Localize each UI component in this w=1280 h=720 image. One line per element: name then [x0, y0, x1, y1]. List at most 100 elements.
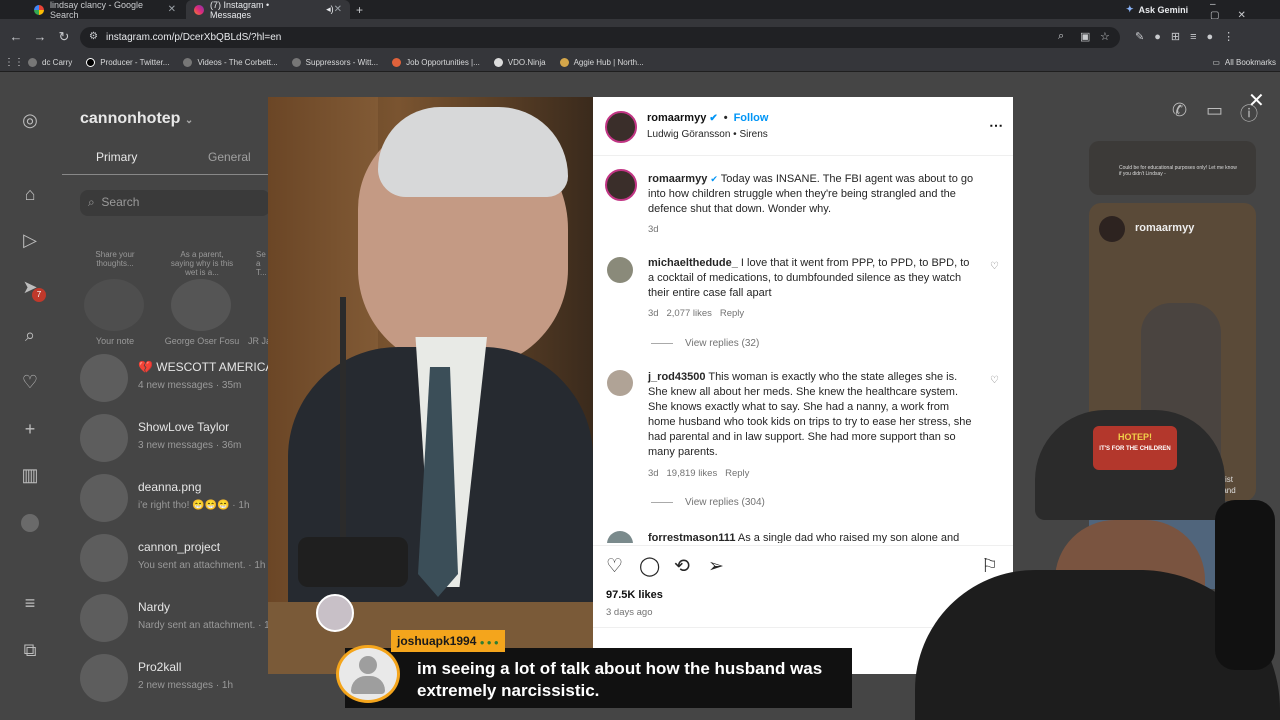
repost-icon[interactable]: ⟲: [674, 555, 690, 578]
likes-count[interactable]: 97.5K likes: [606, 589, 663, 601]
view-replies-button[interactable]: View replies (304): [651, 497, 765, 508]
heart-icon[interactable]: ♡: [20, 372, 40, 392]
comment-like-icon[interactable]: ♡: [990, 261, 999, 272]
close-icon[interactable]: ✕: [1248, 88, 1265, 113]
avatar-shoulders: [351, 676, 385, 694]
thread-avatar: [80, 474, 128, 522]
author-username[interactable]: romaarmyy: [647, 112, 706, 124]
reels-icon[interactable]: ▷: [20, 230, 40, 250]
post-image[interactable]: [268, 97, 593, 674]
thread-avatar: [80, 354, 128, 402]
shared-post-user: romaarmyy: [1135, 222, 1195, 234]
avatar-head: [359, 656, 377, 674]
tab-primary[interactable]: Primary: [96, 150, 137, 164]
tab-google-search[interactable]: lindsay clancy - Google Search ✕: [26, 0, 184, 20]
bookmark-label: dc Carry: [42, 58, 73, 67]
thread-item[interactable]: deanna.png i'e right tho! 😁😁😁 · 1h: [80, 474, 270, 524]
dashboard-icon[interactable]: ▥: [20, 465, 40, 485]
globe-icon: [28, 58, 37, 67]
comment-avatar[interactable]: [607, 257, 633, 283]
home-icon[interactable]: ⌂: [20, 184, 40, 204]
microphone-base: [298, 537, 408, 587]
video-icon[interactable]: ▭: [1206, 100, 1223, 121]
like-icon[interactable]: ♡: [606, 555, 623, 578]
post-header: romaarmyy ✔ • Follow: [647, 112, 768, 124]
comment-username[interactable]: j_rod43500: [648, 371, 705, 383]
caption-avatar[interactable]: [605, 169, 637, 201]
comment-username[interactable]: forrestmason111: [648, 532, 735, 543]
explore-icon[interactable]: ⌕: [20, 325, 40, 345]
comment-username[interactable]: michaelthedude_: [648, 257, 738, 269]
notification-badge: 7: [32, 288, 46, 302]
thread-item[interactable]: cannon_project You sent an attachment. · …: [80, 534, 270, 584]
bookmark-label: VDO.Ninja: [507, 58, 546, 67]
caption-username[interactable]: romaarmyy: [648, 173, 707, 185]
username-text: cannonhotep: [80, 110, 181, 127]
bookmark-item[interactable]: VDO.Ninja: [493, 58, 546, 67]
comment-avatar[interactable]: [607, 531, 633, 543]
address-bar[interactable]: ⚙ instagram.com/p/DcerXbQBLdS/?hl=en ⌕ ▣…: [80, 27, 1120, 48]
bookmark-item[interactable]: Suppressors - Witt...: [291, 58, 378, 67]
shared-post-thumb[interactable]: Could be for educational purposes only! …: [1089, 141, 1256, 195]
menu-icon[interactable]: ≡: [20, 593, 40, 613]
note-bubble: As a parent, saying why is this wet is a…: [170, 250, 234, 277]
thread-item[interactable]: ShowLove Taylor 3 new messages · 36m: [80, 414, 270, 464]
comment-likes[interactable]: 19,819 likes: [667, 468, 718, 479]
site-info-icon[interactable]: ⚙: [89, 31, 98, 42]
star-icon[interactable]: ☆: [1100, 30, 1110, 43]
bookmark-item[interactable]: Aggie Hub | North...: [559, 58, 644, 67]
toolbar-extensions[interactable]: ✎●⊞≡●⋮: [1135, 30, 1244, 43]
note-name: JR Ja: [248, 336, 268, 346]
close-tab-icon[interactable]: ✕: [168, 4, 176, 15]
search-input[interactable]: ⌕ Search: [80, 190, 270, 216]
audio-icon[interactable]: ◂): [326, 4, 334, 15]
window-controls[interactable]: –▢✕: [1202, 0, 1280, 21]
comment-likes[interactable]: 2,077 likes: [667, 308, 712, 319]
reload-icon[interactable]: ↻: [52, 29, 76, 45]
comment-like-icon[interactable]: ♡: [990, 375, 999, 386]
thread-avatar: [80, 414, 128, 462]
comment-icon[interactable]: ◯: [639, 555, 660, 578]
thread-item[interactable]: Pro2kall 2 new messages · 1h: [80, 654, 270, 704]
apps-grid-icon[interactable]: ⋮⋮: [0, 57, 28, 68]
new-tab-button[interactable]: +: [348, 0, 371, 19]
audio-track[interactable]: Ludwig Göransson • Sirens: [647, 129, 768, 140]
follow-button[interactable]: Follow: [734, 112, 769, 124]
back-icon[interactable]: ←: [4, 29, 28, 44]
apps-icon[interactable]: ⧉: [20, 640, 40, 660]
bookmark-item[interactable]: dc Carry: [28, 58, 72, 67]
reply-button[interactable]: Reply: [720, 308, 744, 319]
reply-button[interactable]: Reply: [725, 468, 749, 479]
bookmark-item[interactable]: Videos - The Corbett...: [183, 58, 278, 67]
bookmark-item[interactable]: Producer - Twitter...: [86, 58, 169, 67]
view-replies-button[interactable]: View replies (32): [651, 338, 759, 349]
instagram-icon[interactable]: ◎: [20, 110, 40, 130]
author-avatar[interactable]: [605, 111, 637, 143]
phone-icon[interactable]: ✆: [1172, 100, 1187, 121]
thread-name: Nardy: [138, 600, 171, 614]
thread-item[interactable]: 💔 WESCOTT AMERICA 4 new messages · 35m: [80, 354, 273, 404]
ask-gemini-button[interactable]: ✦ Ask Gemini: [1118, 0, 1196, 19]
bookmark-label: Producer - Twitter...: [100, 58, 170, 67]
account-username[interactable]: cannonhotep ⌄: [80, 110, 193, 128]
profile-avatar[interactable]: [21, 514, 39, 532]
share-icon[interactable]: ➢: [708, 555, 724, 578]
chat-user-avatar: [336, 645, 400, 703]
all-bookmarks[interactable]: ▭ All Bookmarks: [1212, 58, 1276, 67]
tab-general[interactable]: General: [208, 150, 251, 164]
bookmark-item[interactable]: Job Opportunities |...: [392, 58, 480, 67]
tab-instagram-messages[interactable]: (7) Instagram • Messages ◂) ✕: [186, 0, 350, 20]
extension-icon[interactable]: ▣: [1080, 30, 1090, 43]
replies-line: [651, 502, 673, 503]
thread-item[interactable]: Nardy Nardy sent an attachment. · 1h: [80, 594, 275, 644]
thread-name: ShowLove Taylor: [138, 420, 230, 434]
comment-avatar[interactable]: [607, 370, 633, 396]
close-tab-icon[interactable]: ✕: [334, 4, 342, 15]
zoom-icon[interactable]: ⌕: [1058, 30, 1064, 43]
note-avatar[interactable]: [171, 279, 231, 331]
streamer-avatar: [316, 594, 354, 632]
note-avatar[interactable]: [84, 279, 144, 331]
forward-icon[interactable]: →: [28, 29, 52, 44]
create-icon[interactable]: +: [20, 419, 40, 439]
more-icon[interactable]: ⋯: [989, 117, 1003, 134]
